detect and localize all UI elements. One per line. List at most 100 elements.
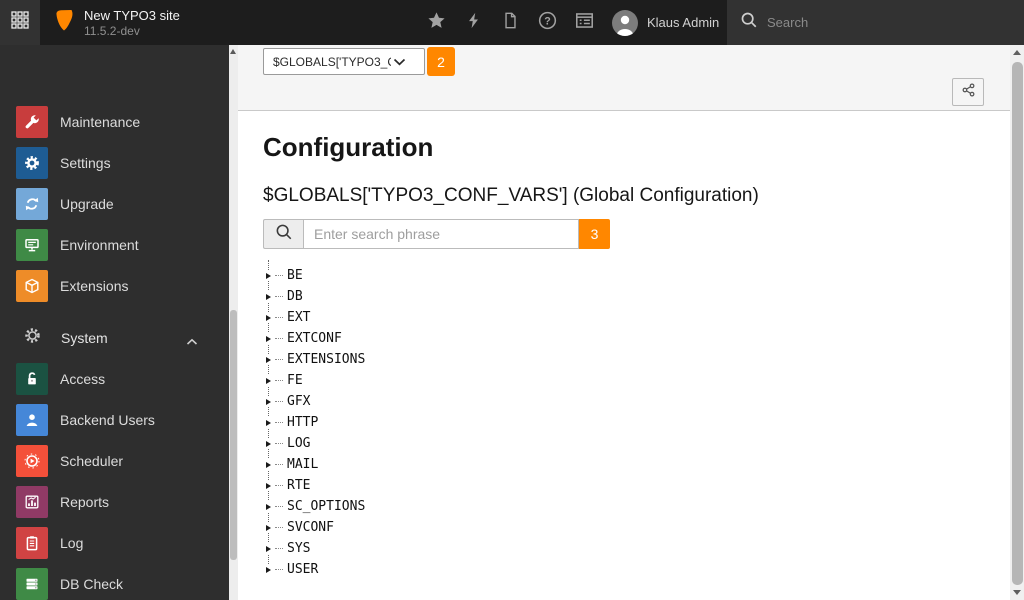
caret-right-icon[interactable] xyxy=(266,501,275,512)
caret-right-icon[interactable] xyxy=(266,459,275,470)
topbar: New TYPO3 site 11.5.2-dev ? Klaus Admin … xyxy=(0,0,1024,45)
sidebar-item-maintenance[interactable]: Maintenance xyxy=(0,101,229,142)
tree-node[interactable]: SC_OPTIONS xyxy=(266,496,365,517)
avatar xyxy=(612,9,638,36)
global-search-input[interactable] xyxy=(767,15,987,30)
caret-right-icon[interactable] xyxy=(266,333,275,344)
star-icon xyxy=(427,11,446,35)
caret-right-icon[interactable] xyxy=(266,291,275,302)
caret-right-icon[interactable] xyxy=(266,417,275,428)
module-menu-toggle-button[interactable] xyxy=(0,0,40,45)
dropdown-step-badge: 2 xyxy=(427,47,455,76)
sidebar-item-label: DB Check xyxy=(60,575,124,592)
monitor-icon xyxy=(16,228,48,261)
tree-node[interactable]: BE xyxy=(266,265,365,286)
play-circle-icon xyxy=(16,444,48,477)
sidebar-scrollbar[interactable] xyxy=(229,45,238,600)
config-tree: BE DB EXT EXTCONF EXTENSIONS FE GFX HTTP… xyxy=(266,260,365,580)
tree-node[interactable]: HTTP xyxy=(266,412,365,433)
caret-right-icon[interactable] xyxy=(266,522,275,533)
tree-node[interactable]: MAIL xyxy=(266,454,365,475)
app-grid-icon xyxy=(11,11,29,34)
sidebar-item-scheduler[interactable]: Scheduler xyxy=(0,440,229,481)
caret-right-icon[interactable] xyxy=(266,543,275,554)
content-scrollbar[interactable] xyxy=(1010,45,1024,600)
search-icon xyxy=(275,223,293,246)
document-icon xyxy=(502,11,519,35)
tree-node[interactable]: DB xyxy=(266,286,365,307)
bookmarks-button[interactable] xyxy=(426,11,447,35)
scroll-up-arrow-icon[interactable] xyxy=(230,49,236,54)
clear-cache-button[interactable] xyxy=(463,12,484,33)
user-icon xyxy=(16,403,48,436)
tree-node[interactable]: EXTCONF xyxy=(266,328,365,349)
tree-node[interactable]: SYS xyxy=(266,538,365,559)
content-area: $GLOBALS['TYPO3_CO 2 Configuration $GL xyxy=(237,45,1024,600)
sidebar-scrollbar-thumb[interactable] xyxy=(230,310,237,560)
tree-node[interactable]: SVCONF xyxy=(266,517,365,538)
caret-right-icon[interactable] xyxy=(266,480,275,491)
list-icon xyxy=(575,11,594,35)
section-title: $GLOBALS['TYPO3_CONF_VARS'] (Global Conf… xyxy=(263,185,759,206)
config-search-button[interactable]: 3 xyxy=(579,219,610,249)
content-scrollbar-thumb[interactable] xyxy=(1011,62,1023,585)
systeminfo-button[interactable] xyxy=(574,12,595,33)
sidebar-item-extensions[interactable]: Extensions xyxy=(0,265,229,306)
config-search: 3 xyxy=(263,219,610,249)
caret-right-icon[interactable] xyxy=(266,312,275,323)
server-icon xyxy=(16,567,48,600)
clipboard-icon xyxy=(16,526,48,559)
sidebar-item-label: Extensions xyxy=(60,277,129,294)
sidebar-item-label: Reports xyxy=(60,493,110,510)
sidebar-section-system[interactable]: System xyxy=(0,317,229,358)
config-search-input[interactable] xyxy=(303,219,579,249)
site-info: New TYPO3 site 11.5.2-dev xyxy=(84,8,180,38)
sidebar-item-label: Log xyxy=(60,534,84,551)
sidebar-item-label: Settings xyxy=(60,154,111,171)
scroll-down-arrow-icon[interactable] xyxy=(1013,590,1021,595)
site-title: New TYPO3 site xyxy=(84,8,180,23)
sidebar-item-db-check[interactable]: DB Check xyxy=(0,563,229,600)
bolt-icon xyxy=(465,11,482,35)
sidebar-item-backend-users[interactable]: Backend Users xyxy=(0,399,229,440)
scroll-up-arrow-icon[interactable] xyxy=(1013,50,1021,55)
sidebar-item-settings[interactable]: Settings xyxy=(0,142,229,183)
caret-right-icon[interactable] xyxy=(266,270,275,281)
tree-node[interactable]: GFX xyxy=(266,391,365,412)
tree-node[interactable]: RTE xyxy=(266,475,365,496)
gear-outline-icon xyxy=(24,327,41,349)
site-version: 11.5.2-dev xyxy=(84,24,140,38)
docheader: $GLOBALS['TYPO3_CO 2 xyxy=(237,45,1024,111)
help-button[interactable]: ? xyxy=(537,11,558,35)
sidebar-item-upgrade[interactable]: Upgrade xyxy=(0,183,229,224)
search-icon xyxy=(727,11,758,34)
tree-node[interactable]: LOG xyxy=(266,433,365,454)
sidebar-item-label: Scheduler xyxy=(60,452,124,469)
share-icon xyxy=(961,82,976,103)
sidebar-item-reports[interactable]: Reports xyxy=(0,481,229,522)
caret-right-icon[interactable] xyxy=(266,354,275,365)
arrows-circle-icon xyxy=(16,187,48,220)
open-document-button[interactable] xyxy=(500,12,521,33)
open-lock-icon xyxy=(16,362,48,395)
sidebar-item-log[interactable]: Log xyxy=(0,522,229,563)
tree-node[interactable]: EXT xyxy=(266,307,365,328)
tree-node[interactable]: USER xyxy=(266,559,365,580)
sidebar-item-access[interactable]: Access xyxy=(0,358,229,399)
typo3-logo xyxy=(51,8,78,37)
caret-right-icon[interactable] xyxy=(266,396,275,407)
share-button[interactable] xyxy=(952,78,984,106)
help-icon: ? xyxy=(538,11,557,35)
page-title: Configuration xyxy=(263,132,434,162)
username: Klaus Admin xyxy=(647,15,720,30)
sidebar-item-label: Backend Users xyxy=(60,411,155,428)
user-menu-button[interactable]: Klaus Admin xyxy=(612,0,719,45)
caret-right-icon[interactable] xyxy=(266,438,275,449)
caret-right-icon[interactable] xyxy=(266,375,275,386)
sidebar-item-environment[interactable]: Environment xyxy=(0,224,229,265)
tree-node[interactable]: FE xyxy=(266,370,365,391)
caret-right-icon[interactable] xyxy=(266,564,275,575)
svg-text:?: ? xyxy=(544,15,551,27)
conf-vars-dropdown[interactable]: $GLOBALS['TYPO3_CO xyxy=(263,48,425,75)
tree-node[interactable]: EXTENSIONS xyxy=(266,349,365,370)
